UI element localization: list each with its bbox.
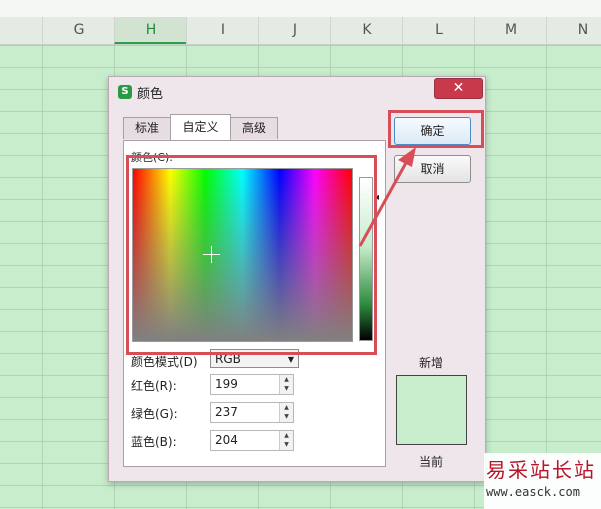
column-header-row: F G H I J K L M N: [0, 17, 601, 45]
blue-value: 204: [215, 433, 238, 447]
blue-stepper[interactable]: 204 ▲ ▼: [210, 430, 294, 451]
tab-standard[interactable]: 标准: [123, 117, 171, 139]
highlight-ok-box: [388, 110, 484, 148]
new-color-label: 新增: [419, 356, 444, 370]
red-value: 199: [215, 377, 238, 391]
close-button[interactable]: ✕: [434, 78, 483, 99]
stepper-down-icon[interactable]: ▼: [280, 384, 293, 393]
green-stepper[interactable]: 237 ▲ ▼: [210, 402, 294, 423]
color-preview-swatch: [396, 375, 467, 445]
watermark: 易采站长站 www.easck.com: [484, 453, 601, 509]
tab-label: 标准: [134, 121, 159, 135]
stepper-buttons[interactable]: ▲ ▼: [279, 403, 293, 422]
stepper-down-icon[interactable]: ▼: [280, 412, 293, 421]
column-header-f[interactable]: F: [0, 17, 15, 44]
column-header-i[interactable]: I: [186, 17, 259, 44]
close-icon: ✕: [452, 80, 465, 96]
dialog-titlebar[interactable]: S 颜色 ✕: [109, 77, 485, 107]
watermark-text: 易采站长站: [486, 458, 596, 482]
wps-app-icon: S: [118, 85, 132, 99]
watermark-url: www.easck.com: [486, 485, 580, 499]
column-header-h[interactable]: H: [114, 17, 187, 44]
column-label: M: [504, 22, 518, 38]
column-header-n[interactable]: N: [546, 17, 601, 44]
current-color-label: 当前: [419, 455, 444, 469]
column-header-g[interactable]: G: [42, 17, 115, 44]
column-header-m[interactable]: M: [474, 17, 547, 44]
stepper-buttons[interactable]: ▲ ▼: [279, 431, 293, 450]
stepper-up-icon[interactable]: ▲: [280, 431, 293, 440]
column-label: J: [292, 22, 298, 38]
stepper-up-icon[interactable]: ▲: [280, 403, 293, 412]
stepper-up-icon[interactable]: ▲: [280, 375, 293, 384]
stepper-down-icon[interactable]: ▼: [280, 440, 293, 449]
column-label: H: [145, 22, 157, 38]
column-label: I: [220, 22, 226, 38]
red-label: 红色(R):: [131, 379, 177, 393]
green-label: 绿色(G):: [131, 407, 178, 421]
column-header-l[interactable]: L: [402, 17, 475, 44]
color-mode-label: 颜色模式(D): [131, 355, 198, 369]
highlight-spectrum-box: [126, 155, 377, 355]
tab-custom[interactable]: 自定义: [170, 114, 231, 140]
toolbar-strip: [0, 0, 601, 17]
tab-label: 自定义: [182, 120, 219, 134]
column-label: K: [362, 22, 372, 38]
dialog-title: 颜色: [137, 87, 164, 102]
stepper-buttons[interactable]: ▲ ▼: [279, 375, 293, 394]
blue-label: 蓝色(B):: [131, 435, 177, 449]
green-value: 237: [215, 405, 238, 419]
tab-advanced[interactable]: 高级: [230, 117, 278, 139]
column-label: G: [73, 22, 85, 38]
red-stepper[interactable]: 199 ▲ ▼: [210, 374, 294, 395]
column-header-j[interactable]: J: [258, 17, 331, 44]
column-header-k[interactable]: K: [330, 17, 403, 44]
tab-label: 高级: [241, 121, 266, 135]
cancel-button[interactable]: 取消: [394, 155, 471, 183]
column-label: L: [435, 22, 443, 38]
column-label: N: [577, 22, 589, 38]
